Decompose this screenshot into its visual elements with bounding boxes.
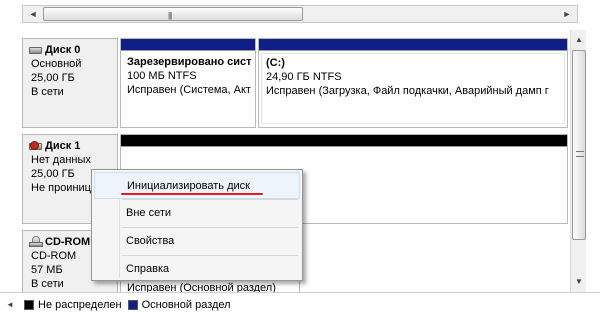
scroll-grip-icon (576, 151, 584, 157)
legend-label: Основной раздел (141, 298, 231, 311)
partition-c[interactable]: (C:) 24,90 ГБ NTFS Исправен (Загрузка, Ф… (258, 38, 568, 128)
menu-item-offline[interactable]: Вне сети (94, 200, 300, 227)
disk-0-title: Диск 0 (45, 44, 81, 56)
horizontal-scroll-thumb[interactable]: ||| (43, 7, 303, 21)
primary-partition-bar (259, 39, 567, 51)
menu-item-initialize-disk[interactable]: Инициализировать диск (94, 172, 300, 199)
legend-bar: ◄ Не распределен Основной раздел (0, 292, 600, 313)
scroll-down-arrow-icon[interactable]: ▼ (571, 274, 587, 290)
disk-1-name: Диск 1 (29, 139, 117, 153)
legend-item-primary: Основной раздел (127, 298, 231, 311)
disk-row-0: Диск 0 Основной 25,00 ГБ В сети Зарезерв… (22, 38, 570, 128)
legend-label: Не распределен (38, 298, 122, 311)
vertical-scroll-thumb[interactable] (572, 50, 586, 240)
horizontal-scrollbar[interactable]: ◄ ||| ► (22, 0, 578, 30)
scroll-up-arrow-icon[interactable]: ▲ (571, 32, 587, 48)
menu-item-label: Свойства (126, 235, 175, 247)
partition-c-info: (C:) 24,90 ГБ NTFS Исправен (Загрузка, Ф… (261, 53, 565, 124)
partition-system-reserved[interactable]: Зарезервировано сист 100 МБ NTFS Исправе… (120, 38, 256, 128)
horizontal-scroll-track[interactable]: ◄ ||| ► (22, 5, 578, 23)
disk-0-name: Диск 0 (29, 43, 117, 57)
partition-size: 24,90 ГБ NTFS (266, 71, 342, 83)
partition-size: 100 МБ NTFS (127, 70, 197, 82)
partition-system-reserved-info: Зарезервировано сист 100 МБ NTFS Исправе… (123, 53, 253, 124)
primary-partition-bar (121, 39, 255, 51)
legend-item-unallocated: Не распределен (24, 299, 122, 311)
disk-1-type: Нет данных (31, 154, 91, 166)
partition-status: Исправен (Загрузка, Файл подкачки, Авари… (266, 85, 549, 97)
menu-item-label: Вне сети (126, 207, 172, 219)
legend-scroll-left-icon[interactable]: ◄ (6, 300, 20, 309)
disk-0-label[interactable]: Диск 0 Основной 25,00 ГБ В сети (22, 38, 118, 128)
unallocated-swatch (24, 299, 34, 310)
unallocated-bar (121, 135, 567, 147)
vertical-scrollbar[interactable]: ▲ ▼ (570, 30, 586, 292)
context-menu: Инициализировать диск Вне сети Свойства … (91, 169, 303, 281)
partition-name: (C:) (266, 57, 285, 69)
primary-swatch (127, 299, 138, 310)
disk-0-size: 25,00 ГБ (31, 72, 75, 84)
scroll-right-arrow-icon[interactable]: ► (559, 6, 575, 22)
cdrom-title: CD-ROM (45, 236, 91, 248)
menu-item-label: Справка (126, 263, 170, 275)
disk-1-title: Диск 1 (45, 140, 81, 152)
menu-item-properties[interactable]: Свойства (94, 228, 300, 255)
red-underline-annotation (121, 193, 263, 195)
partition-status: Исправен (Система, Акт (127, 84, 251, 96)
scroll-grip-icon: ||| (168, 11, 172, 20)
disk-error-icon (29, 141, 43, 151)
cd-drive-icon (29, 236, 43, 248)
menu-item-help[interactable]: Справка (94, 256, 300, 283)
menu-item-label: Инициализировать диск (127, 180, 250, 192)
hard-disk-icon (29, 45, 43, 55)
disk-0-status: В сети (31, 86, 64, 98)
partition-name: Зарезервировано сист (127, 56, 252, 68)
disk-0-type: Основной (31, 58, 82, 70)
scroll-left-arrow-icon[interactable]: ◄ (25, 6, 41, 22)
